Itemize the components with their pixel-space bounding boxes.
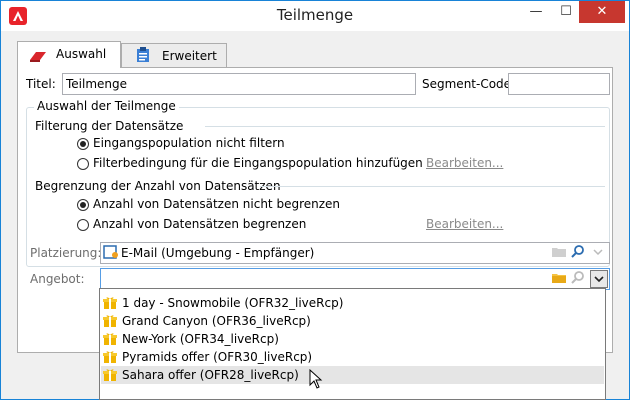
dialog-window: Teilmenge — ☐ ✕ Auswahl Erweitert Titel:…	[0, 0, 630, 400]
eraser-icon	[28, 47, 48, 71]
offer-dropdown-list: 1 day - Snowmobile (OFR32_liveRcp) Grand…	[99, 288, 606, 400]
list-item[interactable]: New-York (OFR34_liveRcp)	[101, 330, 604, 348]
minimize-button[interactable]: —	[521, 1, 551, 23]
tab-auswahl-label: Auswahl	[56, 47, 107, 61]
tab-erweitert[interactable]: Erweitert	[121, 43, 227, 67]
radio-add-filter[interactable]	[77, 158, 89, 170]
segment-code-input[interactable]	[508, 73, 610, 95]
placement-value: E-Mail (Umgebung - Empfänger)	[121, 246, 315, 260]
filter-edit-link[interactable]: Bearbeiten...	[426, 156, 503, 170]
radio-no-filter[interactable]	[77, 138, 89, 150]
radio-limit[interactable]	[77, 219, 89, 231]
filter-separator	[205, 126, 605, 127]
title-field-label: Titel:	[26, 77, 56, 91]
list-item-label: New-York (OFR34_liveRcp)	[122, 332, 279, 346]
placement-label: Platzierung:	[30, 246, 102, 260]
tab-auswahl[interactable]: Auswahl	[17, 41, 121, 68]
offer-label: Angebot:	[30, 272, 85, 286]
radio-no-limit-label[interactable]: Anzahl von Datensätzen nicht begrenzen	[93, 197, 340, 211]
tab-erweitert-label: Erweitert	[162, 49, 217, 63]
title-input[interactable]: Teilmenge	[62, 73, 416, 95]
offer-search-icon[interactable]	[570, 270, 588, 288]
limit-section-title: Begrenzung der Anzahl von Datensätzen	[35, 179, 281, 193]
close-button[interactable]: ✕	[579, 1, 625, 23]
list-item-label: Sahara offer (OFR28_liveRcp)	[122, 368, 299, 382]
list-item-label: Grand Canyon (OFR36_liveRcp)	[122, 314, 311, 328]
list-item[interactable]: Sahara offer (OFR28_liveRcp)	[101, 366, 604, 384]
radio-add-filter-label[interactable]: Filterbedingung für die Eingangspopulati…	[93, 156, 423, 170]
maximize-button[interactable]: ☐	[551, 1, 581, 23]
limit-separator	[260, 186, 605, 187]
segment-code-label: Segment-Code:	[422, 77, 516, 91]
placement-search-icon[interactable]	[570, 244, 588, 262]
list-item[interactable]: Grand Canyon (OFR36_liveRcp)	[101, 312, 604, 330]
title-bar[interactable]: Teilmenge — ☐ ✕	[1, 1, 629, 31]
list-item[interactable]: Pyramids offer (OFR30_liveRcp)	[101, 348, 604, 366]
placement-folder-icon[interactable]	[551, 244, 569, 262]
radio-no-filter-label[interactable]: Eingangspopulation nicht filtern	[93, 136, 285, 150]
placement-map-icon	[103, 244, 121, 262]
limit-edit-link[interactable]: Bearbeiten...	[426, 217, 503, 231]
offer-folder-icon[interactable]	[551, 270, 569, 288]
radio-limit-label[interactable]: Anzahl von Datensätzen begrenzen	[93, 217, 306, 231]
offer-chevron-down-icon[interactable]	[590, 270, 608, 288]
radio-no-limit[interactable]	[77, 199, 89, 211]
list-item[interactable]: 1 day - Snowmobile (OFR32_liveRcp)	[101, 294, 604, 312]
mouse-cursor-icon	[309, 368, 323, 392]
list-item-label: Pyramids offer (OFR30_liveRcp)	[122, 350, 313, 364]
selection-group-title: Auswahl der Teilmenge	[34, 99, 179, 113]
gift-icon	[103, 368, 117, 387]
list-item-label: 1 day - Snowmobile (OFR32_liveRcp)	[122, 296, 344, 310]
placement-chevron-down-icon[interactable]	[590, 244, 608, 262]
offer-field[interactable]	[100, 268, 610, 290]
filter-section-title: Filterung der Datensätze	[35, 119, 184, 133]
placement-field[interactable]: E-Mail (Umgebung - Empfänger)	[100, 242, 610, 264]
